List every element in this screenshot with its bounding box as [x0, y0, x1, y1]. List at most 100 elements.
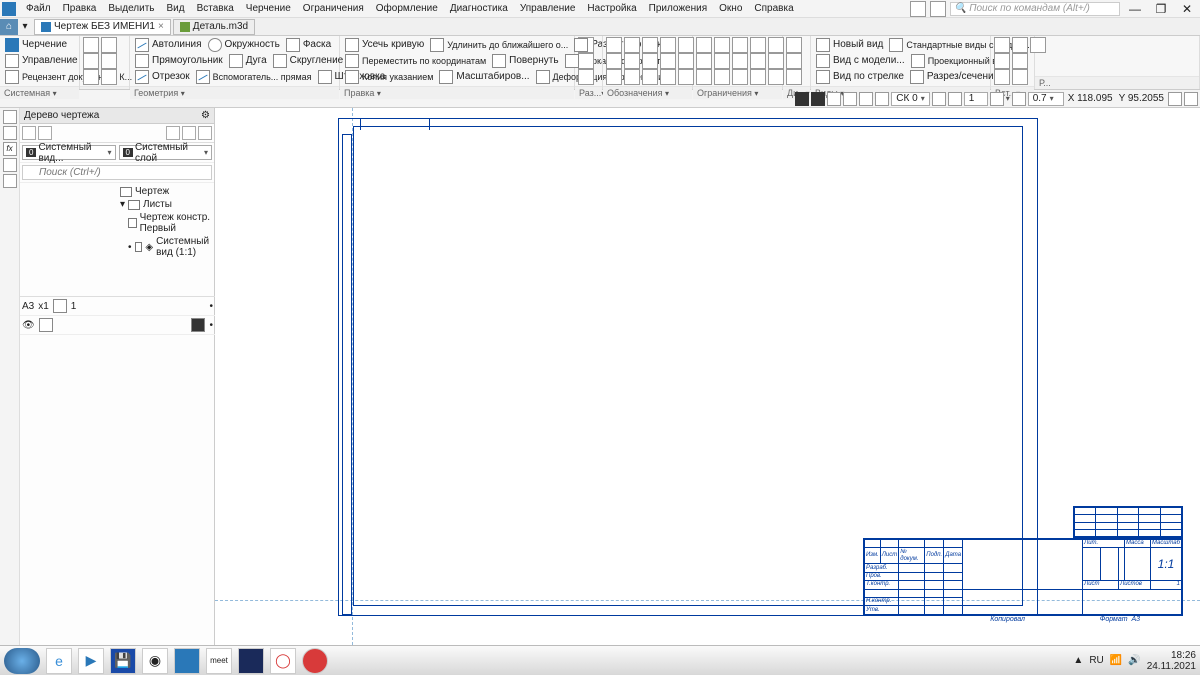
strip-fx-icon[interactable]: fx — [3, 142, 17, 156]
tb2-icon[interactable] — [1184, 92, 1198, 106]
annot-icon[interactable] — [642, 69, 658, 85]
taskbar-app-icon[interactable]: ◯ — [270, 648, 296, 674]
annot-icon[interactable] — [660, 37, 676, 53]
tree-search-input[interactable] — [22, 165, 212, 180]
tool-fillet[interactable]: Скругление — [271, 53, 346, 69]
mode-manage[interactable]: Управление — [3, 53, 76, 69]
taskbar-app-icon[interactable] — [238, 648, 264, 674]
tool-arrow-view[interactable]: Вид по стрелке — [814, 69, 906, 85]
tab-close-icon[interactable]: × — [158, 21, 164, 32]
zoom-combo[interactable]: 0.7▾ — [1028, 92, 1064, 106]
tool-rect[interactable]: Прямоугольник — [133, 53, 225, 69]
start-button[interactable] — [4, 648, 40, 674]
tb2-icon[interactable] — [1168, 92, 1182, 106]
constr-icon[interactable] — [750, 37, 766, 53]
lang-indicator[interactable]: RU — [1089, 655, 1103, 666]
tray-network-icon[interactable]: 📶 — [1110, 655, 1122, 666]
tb2-icon[interactable] — [932, 92, 946, 106]
tool-segment[interactable]: Отрезок — [133, 69, 192, 85]
menu-select[interactable]: Выделить — [102, 2, 160, 15]
zoom-fit-icon[interactable] — [1012, 92, 1026, 106]
home-dropdown[interactable]: ▾ — [18, 21, 32, 32]
tb2-icon[interactable] — [795, 92, 809, 106]
ins-icon[interactable] — [994, 53, 1010, 69]
tray-volume-icon[interactable]: 🔊 — [1128, 655, 1140, 666]
menu-insert[interactable]: Вставка — [191, 2, 240, 15]
strip-tree-icon[interactable] — [3, 110, 17, 124]
tb2-icon[interactable] — [827, 92, 841, 106]
constr-icon[interactable] — [696, 37, 712, 53]
constr-icon[interactable] — [696, 53, 712, 69]
tool-auxline[interactable]: Вспомогатель... прямая — [194, 69, 314, 85]
taskbar-kompas-icon[interactable] — [174, 648, 200, 674]
tool-move[interactable]: Переместить по координатам — [343, 53, 488, 69]
taskbar-meet-icon[interactable]: meet — [206, 648, 232, 674]
constr-icon[interactable] — [768, 69, 784, 85]
mode-drawing[interactable]: Черчение — [3, 37, 76, 53]
taskbar-opera-icon[interactable] — [302, 648, 328, 674]
menu-edit[interactable]: Правка — [57, 2, 103, 15]
menu-diag[interactable]: Диагностика — [444, 2, 514, 15]
menu-settings[interactable]: Настройка — [581, 2, 642, 15]
diag-icon[interactable] — [786, 69, 802, 85]
ins-icon[interactable] — [1012, 69, 1028, 85]
ins-icon[interactable] — [994, 37, 1010, 53]
maximize-button[interactable]: ❐ — [1150, 2, 1172, 16]
menu-constraints[interactable]: Ограничения — [297, 2, 370, 15]
drawing-canvas[interactable]: Лит. Масса Масштаб Изм.Лист№ докум.Подп.… — [215, 108, 1200, 645]
tree-search[interactable] — [20, 163, 214, 183]
taskbar-ie-icon[interactable]: e — [46, 648, 72, 674]
tab-part[interactable]: Деталь.m3d — [173, 19, 255, 35]
tree-root[interactable]: Чертеж — [20, 185, 214, 198]
annot-icon[interactable] — [678, 53, 694, 69]
tb2-icon[interactable] — [843, 92, 857, 106]
home-button[interactable]: ⌂ — [0, 19, 18, 35]
panel-settings-icon[interactable]: ⚙ — [201, 110, 210, 121]
menu-draw[interactable]: Черчение — [240, 2, 297, 15]
scale-combo[interactable]: 1 — [964, 92, 988, 106]
tool-extend[interactable]: Удлинить до ближайшего о... — [428, 37, 570, 53]
dim-icon-3[interactable] — [578, 69, 594, 85]
tree-sheet1[interactable]: Чертеж констр. Первый — [20, 211, 214, 235]
annot-icon[interactable] — [678, 37, 694, 53]
annot-icon[interactable] — [624, 37, 640, 53]
tool-new-view[interactable]: Новый вид — [814, 37, 885, 53]
menu-window[interactable]: Окно — [713, 2, 748, 15]
tool-rotate[interactable]: Повернуть — [490, 53, 560, 69]
close-button[interactable]: ✕ — [1176, 2, 1198, 16]
tree-sysview[interactable]: •◈ Системный вид (1:1) — [20, 235, 214, 259]
tray-icon[interactable]: ▲ — [1073, 655, 1083, 666]
layout-icon-1[interactable] — [910, 1, 926, 17]
constr-icon[interactable] — [732, 69, 748, 85]
view-combo[interactable]: 0 Системный вид...▾ — [22, 145, 116, 160]
clock[interactable]: 18:26 24.11.2021 — [1147, 650, 1196, 672]
strip-vars-icon[interactable] — [3, 174, 17, 188]
menu-file[interactable]: Файл — [20, 2, 57, 15]
zoom-out-icon[interactable] — [990, 92, 1004, 106]
diag-icon[interactable] — [786, 53, 802, 69]
layout-icon-2[interactable] — [930, 1, 946, 17]
layer-combo[interactable]: 0 Системный слой▾ — [119, 145, 213, 160]
taskbar-save-icon[interactable]: 💾 — [110, 648, 136, 674]
open-doc-icon[interactable] — [101, 37, 117, 53]
ins-icon[interactable] — [1012, 53, 1028, 69]
tool-autoline[interactable]: Автолиния — [133, 37, 204, 53]
dim-icon-2[interactable] — [578, 53, 594, 69]
tool-arc[interactable]: Дуга — [227, 53, 269, 69]
taskbar-wmp-icon[interactable]: ▶ — [78, 648, 104, 674]
annot-icon[interactable] — [678, 69, 694, 85]
diag-icon[interactable] — [786, 37, 802, 53]
undo-icon[interactable] — [83, 53, 99, 69]
menu-view[interactable]: Вид — [161, 2, 191, 15]
constr-icon[interactable] — [750, 69, 766, 85]
lock-icon[interactable] — [39, 318, 53, 332]
redo-icon[interactable] — [101, 53, 117, 69]
constr-icon[interactable] — [750, 53, 766, 69]
tree-tb-icon[interactable] — [22, 126, 36, 140]
annot-icon[interactable] — [606, 69, 622, 85]
strip-params-icon[interactable] — [3, 126, 17, 140]
new-doc-icon[interactable] — [83, 37, 99, 53]
tab-drawing[interactable]: Чертеж БЕЗ ИМЕНИ1 × — [34, 19, 171, 35]
tool-scale[interactable]: Масштабиров... — [437, 69, 531, 85]
annot-icon[interactable] — [624, 53, 640, 69]
